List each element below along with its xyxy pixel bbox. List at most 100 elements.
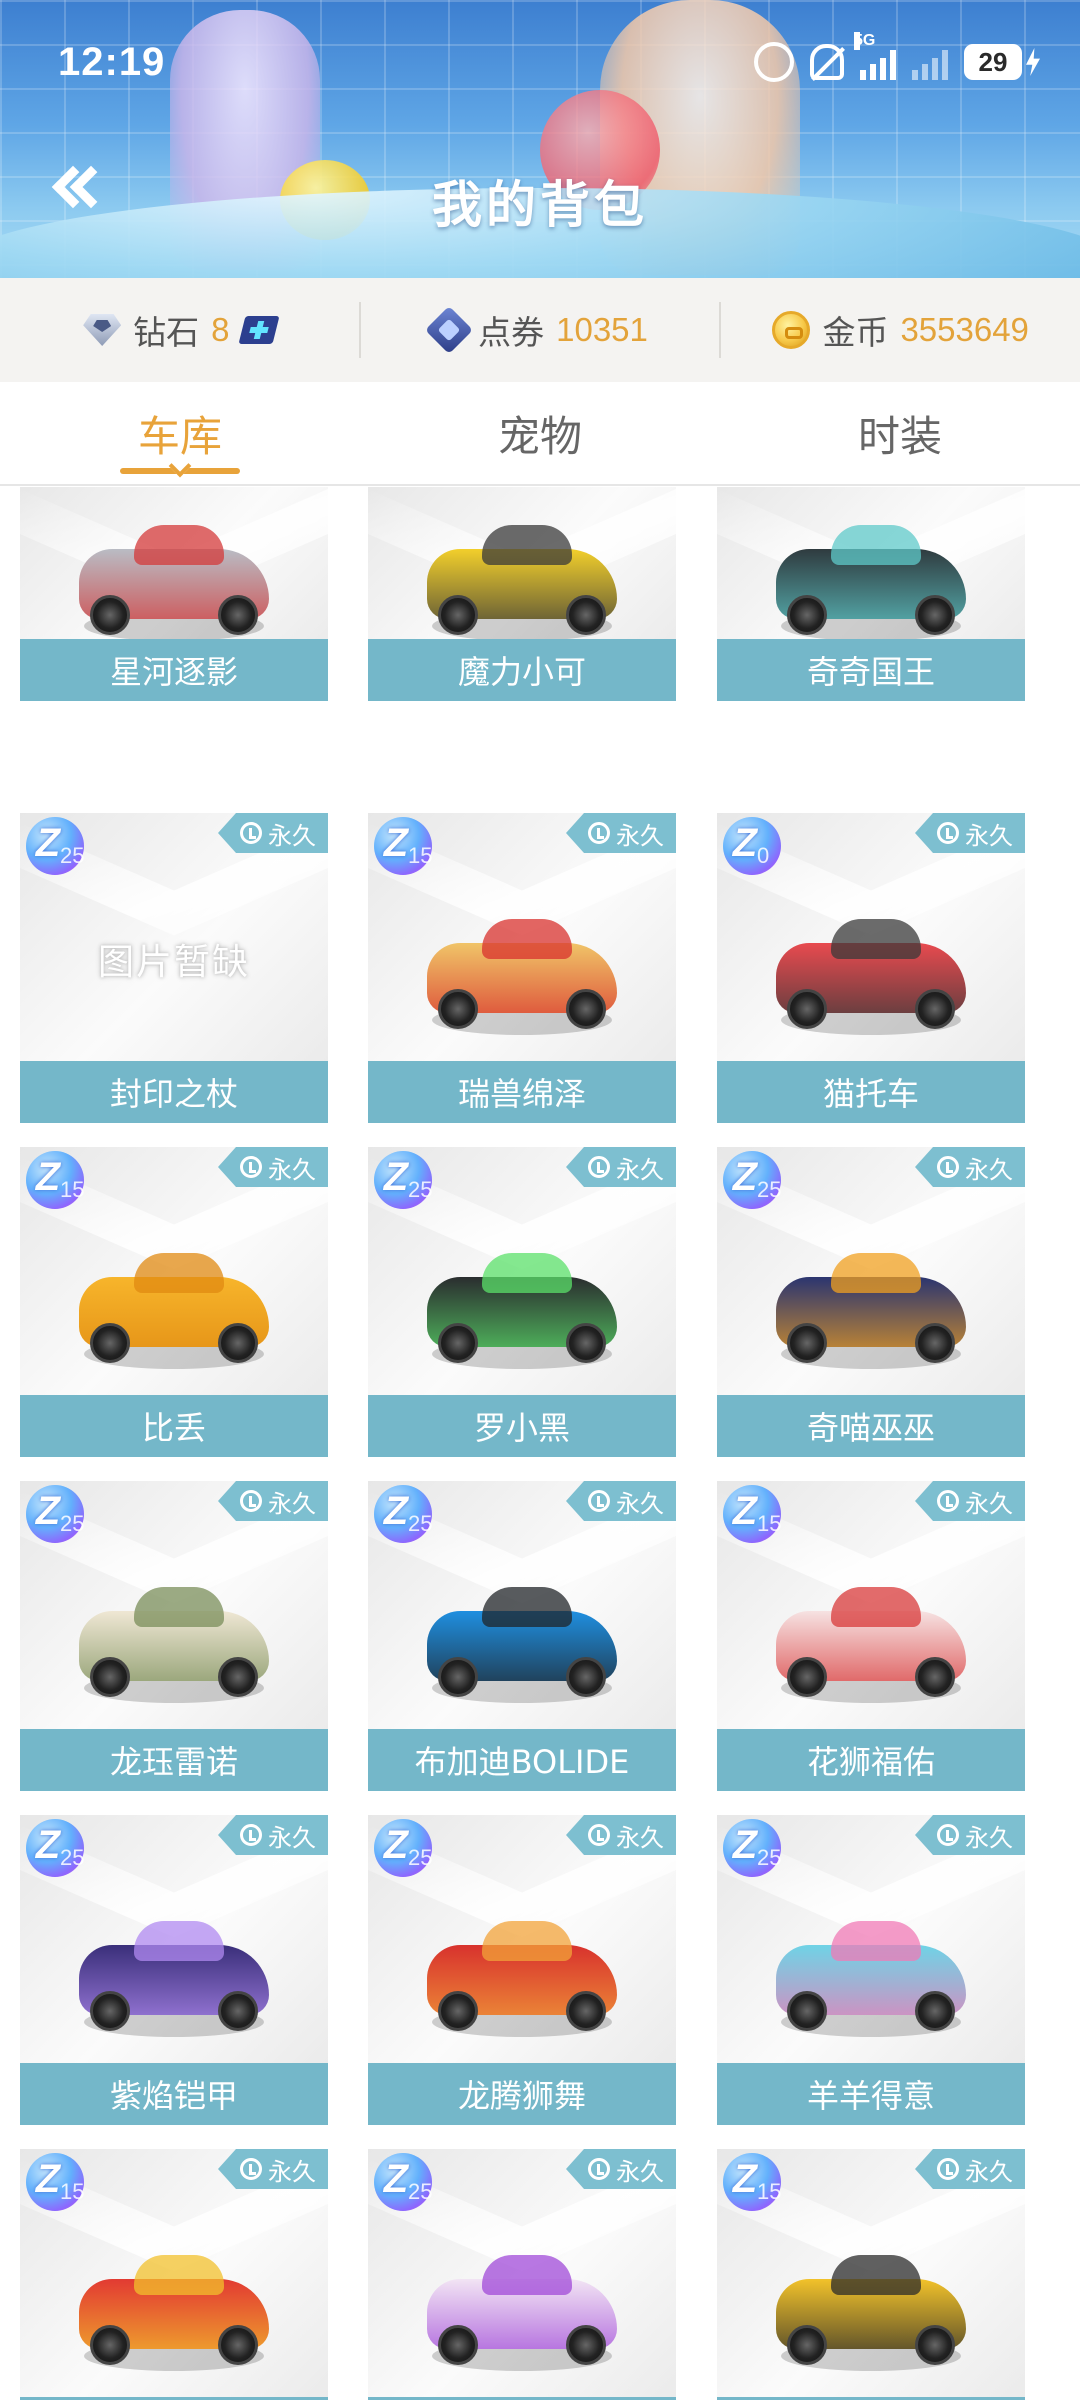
clock-icon: [588, 2158, 610, 2180]
vehicle-card[interactable]: Z 25 永久 紫焰铠甲: [20, 1815, 328, 2125]
vehicle-wheel: [915, 1991, 955, 2031]
battery-level: 29: [964, 44, 1022, 80]
vehicle-wheel: [218, 1657, 258, 1697]
level-number: 25: [757, 1845, 782, 1870]
permanent-label: 永久: [616, 821, 664, 850]
tab-garage[interactable]: 车库: [0, 382, 360, 484]
tab-pets[interactable]: 宠物: [360, 382, 720, 484]
level-number: 15: [757, 1511, 782, 1536]
page-title: 我的背包: [432, 176, 648, 234]
vehicle-card[interactable]: Z 25 永久 布加迪BOLIDE: [368, 1481, 676, 1791]
header-banner: 12:19 5G 29 我的背包: [0, 0, 1080, 278]
vehicle-card[interactable]: Z 25 永久 龙腾狮舞: [368, 1815, 676, 2125]
image-placeholder: 图片暂缺: [97, 942, 250, 983]
battery-indicator: 29: [964, 44, 1040, 80]
vehicle-wheel: [566, 595, 606, 635]
permanent-label: 永久: [965, 1823, 1013, 1852]
diamond-icon: [83, 314, 121, 346]
vehicle-wheel: [787, 1323, 827, 1363]
vehicle-cabin: [482, 525, 572, 565]
vehicle-card[interactable]: Z 25 永久 奇喵巫巫: [717, 1147, 1025, 1457]
vehicle-name: 奇喵巫巫: [717, 1395, 1025, 1457]
vehicle-card[interactable]: Z15永久蓝翔挖掘机: [717, 2149, 1025, 2400]
vehicle-wheel: [438, 1657, 478, 1697]
vehicle-card[interactable]: 图片暂缺 Z 25 永久 封印之杖: [20, 813, 328, 1123]
vehicle-cabin: [831, 1921, 921, 1961]
permanent-badge: 永久: [218, 2149, 328, 2189]
permanent-badge: 永久: [566, 813, 676, 853]
vehicle-card[interactable]: Z25永久S-月影: [368, 2149, 676, 2400]
clock-icon: [588, 1490, 610, 1512]
permanent-badge: 永久: [566, 1815, 676, 1855]
vehicle-card[interactable]: Z 25 永久 羊羊得意: [717, 1815, 1025, 2125]
gold-balance: 金币 3553649: [721, 278, 1080, 382]
alarm-icon: [754, 42, 794, 82]
vehicle-wheel: [90, 2325, 130, 2365]
tab-outfits[interactable]: 时装: [720, 382, 1080, 484]
signal-icon-2: [912, 44, 948, 80]
vehicle-name: 龙珏雷诺: [20, 1729, 328, 1791]
level-number: 15: [408, 843, 433, 868]
permanent-label: 永久: [268, 821, 316, 850]
vehicle-card[interactable]: Z 0 永久猫托车: [717, 813, 1025, 1123]
vehicle-card[interactable]: 奇奇国王: [717, 487, 1025, 701]
vehicle-wheel: [915, 989, 955, 1029]
vehicle-wheel: [566, 1657, 606, 1697]
gold-label: 金币: [822, 313, 889, 352]
permanent-badge: 永久: [915, 2149, 1025, 2189]
vehicle-wheel: [787, 1657, 827, 1697]
clock-icon: [588, 822, 610, 844]
vehicle-cabin: [482, 1253, 572, 1293]
add-diamond-button[interactable]: [238, 316, 280, 344]
vehicle-name: 猫托车: [717, 1061, 1025, 1123]
level-number: 15: [60, 1177, 85, 1202]
gold-value: 3553649: [900, 311, 1029, 348]
diamond-balance: 钻石 8: [0, 278, 359, 382]
vehicle-cabin: [482, 2255, 572, 2295]
level-badge-icon: Z 15: [374, 817, 444, 875]
level-badge-icon: Z 25: [374, 2153, 444, 2211]
vehicle-name: 星河逐影: [20, 639, 328, 701]
status-time: 12:19: [58, 40, 166, 84]
vehicle-wheel: [787, 595, 827, 635]
coupon-balance: 点券 10351: [361, 278, 720, 382]
clock-icon: [937, 1824, 959, 1846]
level-number: 25: [408, 1845, 433, 1870]
level-number: 25: [60, 1511, 85, 1536]
permanent-badge: 永久: [915, 813, 1025, 853]
permanent-badge: 永久: [218, 1147, 328, 1187]
vehicle-name: 瑞兽绵泽: [368, 1061, 676, 1123]
vehicle-name: 比丢: [20, 1395, 328, 1457]
vehicle-card[interactable]: Z 25 永久 龙珏雷诺: [20, 1481, 328, 1791]
permanent-badge: 永久: [566, 1147, 676, 1187]
currency-bar: 钻石 8 点券 10351 金币 3553649: [0, 278, 1080, 382]
tab-label: 时装: [857, 411, 942, 461]
vehicle-card[interactable]: Z 15 永久 花狮福佑: [717, 1481, 1025, 1791]
level-number: 25: [60, 1845, 85, 1870]
vehicle-card[interactable]: Z 15 永久瑞兽绵泽: [368, 813, 676, 1123]
clock-icon: [937, 1156, 959, 1178]
vehicle-card[interactable]: Z 15 永久 比丢: [20, 1147, 328, 1457]
vehicle-cabin: [134, 2255, 224, 2295]
vehicle-name: 布加迪BOLIDE: [368, 1729, 676, 1791]
level-number: 15: [757, 2179, 782, 2204]
level-number: 25: [408, 2179, 433, 2204]
vehicle-cabin: [831, 525, 921, 565]
clock-icon: [937, 2158, 959, 2180]
status-icons: 5G 29: [754, 32, 1040, 82]
vehicle-card[interactable]: Z 25 永久 罗小黑: [368, 1147, 676, 1457]
vehicle-wheel: [566, 989, 606, 1029]
level-number: 0: [757, 843, 770, 868]
vehicle-cabin: [134, 525, 224, 565]
vehicle-name: 龙腾狮舞: [368, 2063, 676, 2125]
vehicle-name: 羊羊得意: [717, 2063, 1025, 2125]
level-number: 25: [408, 1511, 433, 1536]
vehicle-card[interactable]: 星河逐影: [20, 487, 328, 701]
level-badge-icon: Z 25: [374, 1485, 444, 1543]
vehicle-card[interactable]: Z15永久微博大眼仔: [20, 2149, 328, 2400]
level-badge-icon: Z 25: [26, 817, 96, 875]
level-badge-icon: Z0: [723, 817, 793, 875]
vehicle-name: 魔力小可: [368, 639, 676, 701]
vehicle-card[interactable]: 魔力小可: [368, 487, 676, 701]
vehicle-cabin: [482, 1921, 572, 1961]
